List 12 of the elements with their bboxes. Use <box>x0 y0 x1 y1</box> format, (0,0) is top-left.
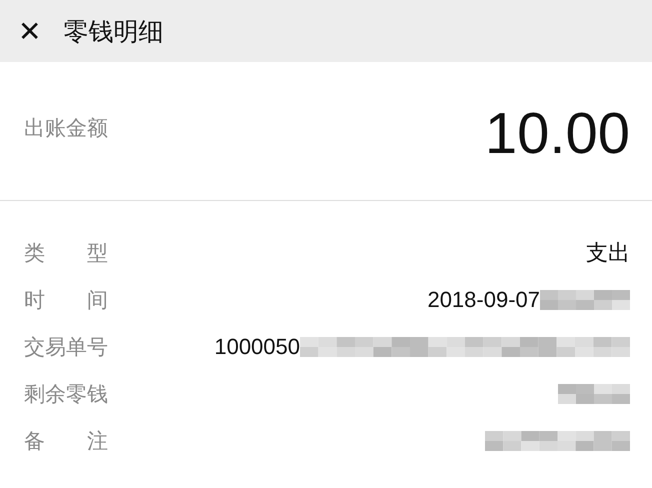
page-title: 零钱明细 <box>63 16 164 48</box>
detail-label: 剩余零钱 <box>24 380 108 408</box>
close-button[interactable]: ✕ <box>18 14 42 48</box>
detail-label: 类 型 <box>24 240 108 266</box>
detail-value: 1000050 <box>214 334 300 360</box>
detail-value: 支出 <box>586 238 630 266</box>
amount-label: 出账金额 <box>24 115 108 142</box>
amount-value: 10.00 <box>484 100 630 167</box>
detail-label: 时 间 <box>24 286 108 314</box>
detail-value: 2018-09-07 <box>427 286 540 312</box>
detail-label: 备 注 <box>24 428 108 454</box>
detail-label: 交易单号 <box>24 334 108 360</box>
